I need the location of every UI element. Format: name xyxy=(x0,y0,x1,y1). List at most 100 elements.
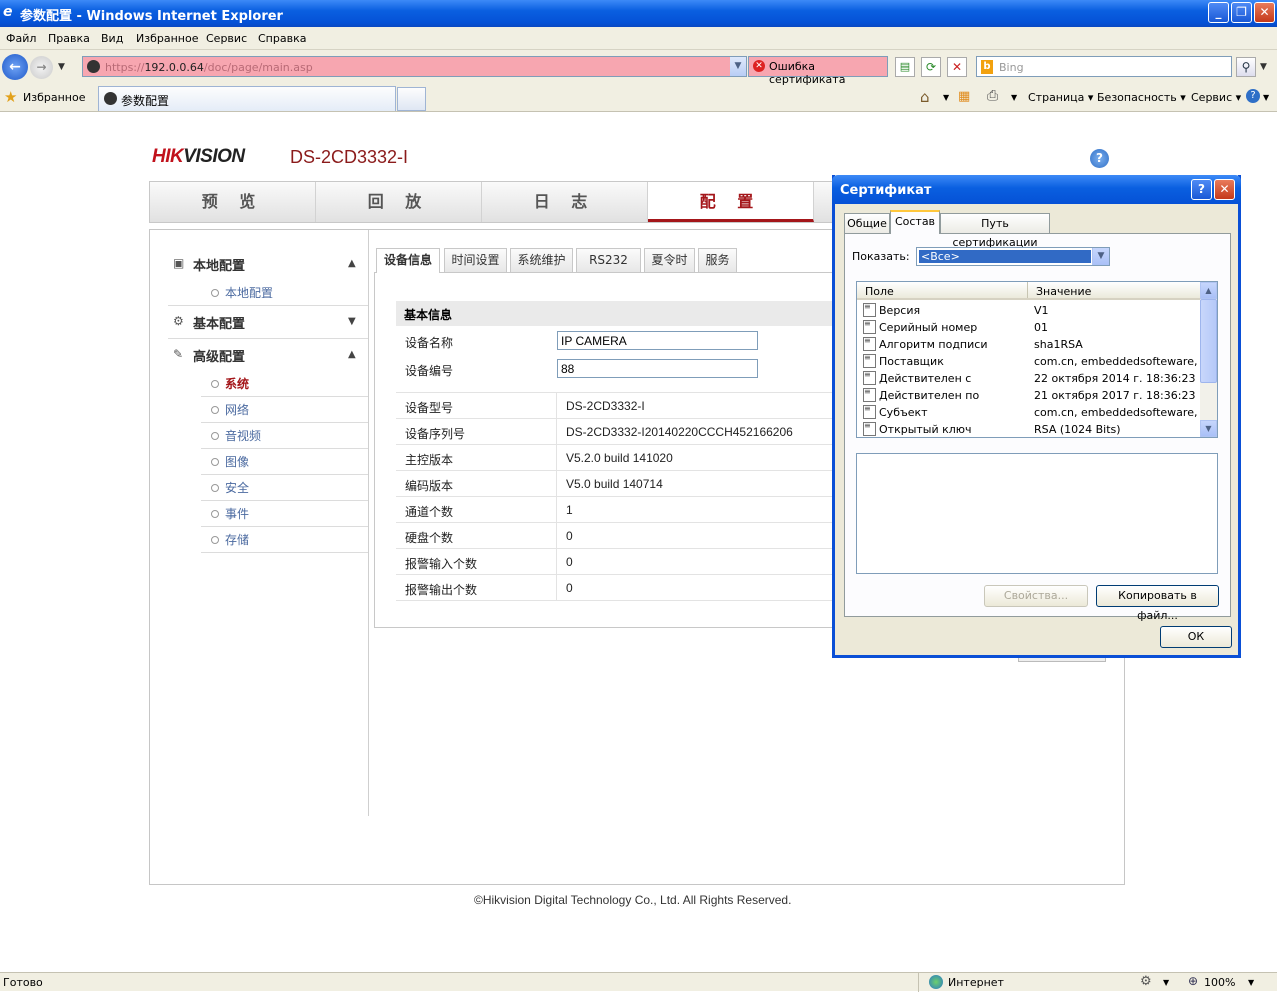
list-item[interactable]: ≡ Субъект com.cn, embeddedsofteware, ... xyxy=(857,404,1211,421)
browser-tab-active[interactable]: 参数配置 xyxy=(98,86,396,111)
copy-to-file-button[interactable]: Копировать в файл... xyxy=(1096,585,1219,622)
list-item[interactable]: ≡ Серийный номер 01 xyxy=(857,319,1201,336)
print-icon[interactable]: ⎙ xyxy=(987,88,998,104)
compatibility-view-icon[interactable]: ▤ xyxy=(895,57,915,77)
menu-favorites[interactable]: Избранное xyxy=(136,32,198,45)
sidebar-item-image[interactable]: 图像 xyxy=(211,453,249,470)
new-tab-button[interactable] xyxy=(397,87,426,111)
nav-log[interactable]: 日 志 xyxy=(482,182,648,222)
chevron-down-icon[interactable]: ▼ xyxy=(1092,248,1109,265)
sidebar-item-local-config[interactable]: 本地配置 xyxy=(211,284,273,301)
field-icon: ≡ xyxy=(863,303,876,317)
list-item[interactable]: ≡ Открытый ключ RSA (1024 Bits) xyxy=(857,421,1201,437)
search-button[interactable]: ⚲ xyxy=(1236,57,1256,77)
dialog-help-button[interactable]: ? xyxy=(1191,179,1212,200)
scroll-up-icon[interactable]: ▲ xyxy=(1200,282,1217,299)
safety-menu[interactable]: Безопасность ▾ xyxy=(1097,91,1186,104)
tab-maintenance[interactable]: 系统维护 xyxy=(510,248,573,272)
menu-edit[interactable]: Правка xyxy=(48,32,90,45)
column-field[interactable]: Поле xyxy=(865,285,894,298)
sidebar-item-network[interactable]: 网络 xyxy=(211,401,249,418)
scroll-thumb[interactable] xyxy=(1200,299,1217,383)
field-name: Субъект xyxy=(879,406,928,419)
maximize-button[interactable]: ❐ xyxy=(1231,2,1252,23)
favorites-star-icon: ★ xyxy=(4,88,18,106)
column-value[interactable]: Значение xyxy=(1036,285,1091,298)
forward-button[interactable]: → xyxy=(30,56,53,79)
zoom-level[interactable]: 100% xyxy=(1204,976,1235,989)
device-name-input[interactable] xyxy=(557,331,758,350)
page-menu[interactable]: Страница ▾ xyxy=(1028,91,1093,104)
certificate-dialog: Сертификат ? ✕ Общие Состав Путь сертифи… xyxy=(832,175,1241,658)
fields-scrollbar[interactable]: ▲ ▼ xyxy=(1200,282,1217,437)
chevron-down-icon[interactable]: ▼ xyxy=(348,316,356,327)
properties-button[interactable]: Свойства... xyxy=(984,585,1088,607)
dialog-close-button[interactable]: ✕ xyxy=(1214,179,1235,200)
tab-details[interactable]: Состав xyxy=(890,210,940,234)
field-name: Поставщик xyxy=(879,355,944,368)
list-item[interactable]: ≡ Поставщик com.cn, embeddedsofteware, ... xyxy=(857,353,1211,370)
history-dropdown-icon[interactable]: ▼ xyxy=(58,62,65,72)
help-icon[interactable]: ? xyxy=(1090,149,1109,168)
nav-playback[interactable]: 回 放 xyxy=(316,182,482,222)
stop-icon[interactable]: ✕ xyxy=(947,57,967,77)
back-button[interactable]: ← xyxy=(2,54,28,80)
list-item[interactable]: ≡ Алгоритм подписи sha1RSA xyxy=(857,336,1201,353)
help-dropdown-icon[interactable]: ▼ xyxy=(1263,93,1269,102)
ok-button[interactable]: ОК xyxy=(1160,626,1232,648)
help-menu-icon[interactable]: ? xyxy=(1246,89,1260,103)
sidebar-advanced-config[interactable]: 高级配置 xyxy=(193,346,245,365)
menu-file[interactable]: Файл xyxy=(6,32,36,45)
scroll-down-icon[interactable]: ▼ xyxy=(1200,420,1217,437)
tab-device-info[interactable]: 设备信息 xyxy=(376,248,440,273)
nav-configuration[interactable]: 配 置 xyxy=(648,182,814,222)
menu-help[interactable]: Справка xyxy=(258,32,306,45)
certificate-error-button[interactable]: ✕ Ошибка сертификата xyxy=(748,56,888,86)
protected-mode-icon[interactable]: ⚙ xyxy=(1140,974,1152,989)
sidebar-item-storage[interactable]: 存储 xyxy=(211,531,249,548)
menu-tools[interactable]: Сервис xyxy=(206,32,247,45)
sidebar-basic-config[interactable]: 基本配置 xyxy=(193,313,245,332)
sidebar-item-system[interactable]: 系统 xyxy=(211,375,249,392)
feeds-icon[interactable]: ▦ xyxy=(958,89,970,104)
sidebar-local-config[interactable]: 本地配置 xyxy=(193,255,245,274)
sidebar-item-security[interactable]: 安全 xyxy=(211,479,249,496)
list-item[interactable]: ≡ Действителен с 22 октября 2014 г. 18:36:… xyxy=(857,370,1201,387)
protected-mode-dropdown-icon[interactable]: ▼ xyxy=(1163,978,1169,987)
chevron-up-icon[interactable]: ▲ xyxy=(348,258,356,269)
tab-general[interactable]: Общие xyxy=(844,213,890,233)
minimize-button[interactable]: _ xyxy=(1208,2,1229,23)
show-select-value: <Все> xyxy=(919,250,1091,263)
fields-list[interactable]: Поле Значение ≡ Версия V1 ≡ Серийный номер 0… xyxy=(856,281,1218,438)
tab-dst[interactable]: 夏令时 xyxy=(644,248,695,272)
tab-service[interactable]: 服务 xyxy=(698,248,737,272)
close-button[interactable]: ✕ xyxy=(1254,2,1275,23)
zoom-icon[interactable]: ⊕ xyxy=(1188,974,1198,988)
tab-certification-path[interactable]: Путь сертификации xyxy=(940,213,1050,249)
show-select[interactable]: <Все> ▼ xyxy=(916,247,1110,266)
zoom-dropdown-icon[interactable]: ▼ xyxy=(1248,978,1254,987)
home-icon[interactable]: ⌂ xyxy=(920,88,930,106)
refresh-icon[interactable]: ⟳ xyxy=(921,57,941,77)
tab-rs232[interactable]: RS232 xyxy=(576,248,641,272)
chevron-up-icon[interactable]: ▲ xyxy=(348,349,356,360)
print-dropdown-icon[interactable]: ▼ xyxy=(1011,93,1017,102)
device-number-input[interactable] xyxy=(557,359,758,378)
field-detail-box[interactable] xyxy=(856,453,1218,574)
list-item[interactable]: ≡ Действителен по 21 октября 2017 г. 18:36… xyxy=(857,387,1201,404)
tools-menu[interactable]: Сервис ▾ xyxy=(1191,91,1241,104)
address-bar[interactable]: https://192.0.0.64/doc/page/main.asp ▼ xyxy=(82,56,747,77)
search-input[interactable]: b Bing xyxy=(976,56,1232,77)
favorites-button[interactable]: Избранное xyxy=(23,91,85,104)
sidebar-item-video-audio[interactable]: 音视频 xyxy=(211,427,261,444)
sidebar-item-event[interactable]: 事件 xyxy=(211,505,249,522)
info-value: DS-2CD3332-I xyxy=(566,399,645,413)
search-options-icon[interactable]: ▼ xyxy=(1260,62,1267,72)
home-dropdown-icon[interactable]: ▼ xyxy=(943,93,949,102)
address-dropdown-icon[interactable]: ▼ xyxy=(730,57,746,76)
nav-preview[interactable]: 预 览 xyxy=(150,182,316,222)
list-item[interactable]: ≡ Версия V1 xyxy=(857,302,1201,319)
menu-view[interactable]: Вид xyxy=(101,32,123,45)
fields-list-header: Поле Значение xyxy=(857,282,1201,300)
tab-time-settings[interactable]: 时间设置 xyxy=(444,248,507,272)
